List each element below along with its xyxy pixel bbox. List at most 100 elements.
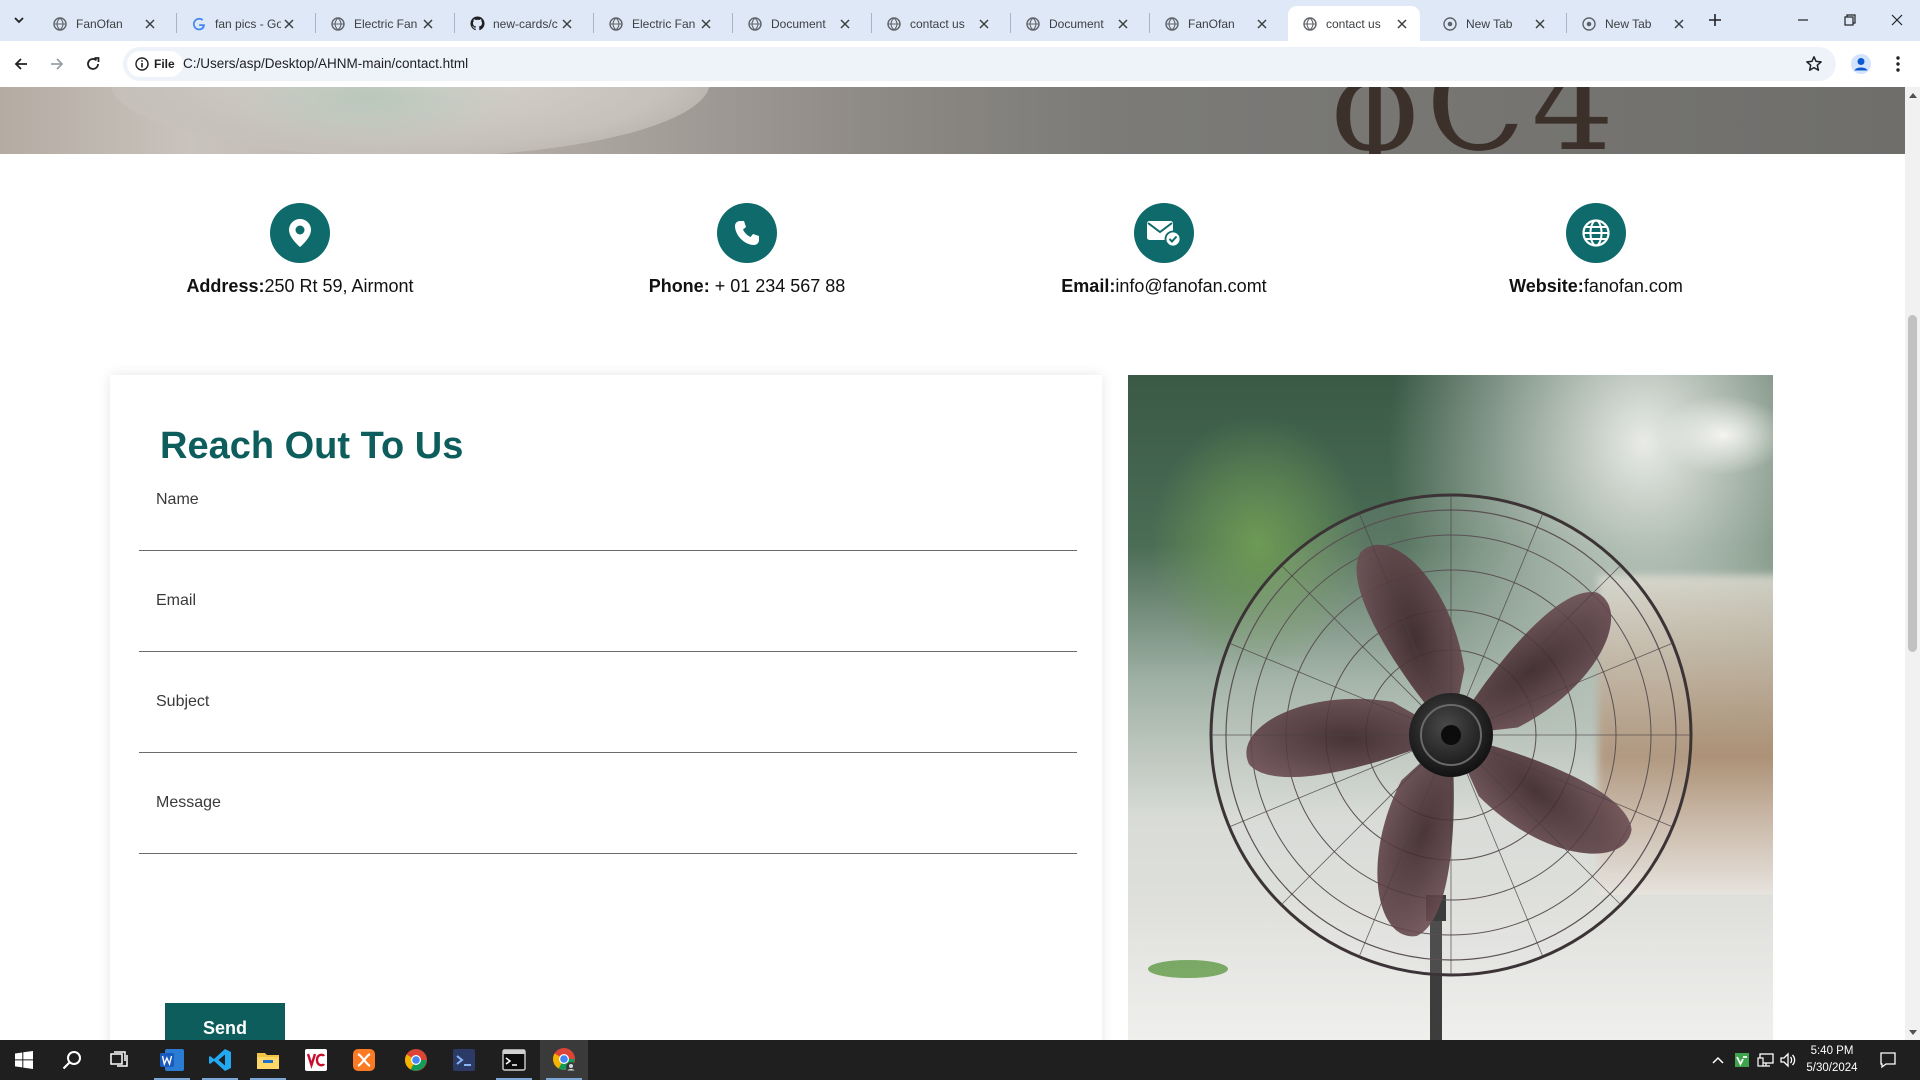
address-label: Address: (186, 276, 265, 296)
contact-info-address: Address:250 Rt 59, Airmont (130, 203, 470, 297)
tab-close-icon[interactable] (698, 16, 714, 32)
start-button[interactable] (0, 1040, 48, 1080)
tray-network-button[interactable] (1755, 1040, 1777, 1080)
github-icon (469, 16, 485, 32)
url-text[interactable]: C:/Users/asp/Desktop/AHNM-main/contact.h… (183, 56, 468, 71)
site-info-chip[interactable]: File (127, 51, 183, 77)
tab-close-icon[interactable] (1254, 16, 1270, 32)
chrome-icon (1581, 16, 1597, 32)
browser-tab[interactable]: FanOfan (1150, 6, 1280, 41)
email-value: info@fanofan.comt (1115, 276, 1267, 296)
browser-tab[interactable]: FanOfan (38, 6, 168, 41)
message-input[interactable] (156, 820, 1056, 848)
forward-button[interactable] (42, 49, 72, 79)
taskbar-chrome-active-app[interactable] (540, 1040, 588, 1080)
page-scrollbar[interactable] (1905, 87, 1920, 1040)
windows-taskbar: 5:40 PM 5/30/2024 (0, 1040, 1920, 1080)
browser-tab[interactable]: New Tab (1428, 6, 1558, 41)
contact-form-card: Reach Out To Us Name Email Subject Messa… (110, 375, 1102, 1040)
tab-close-icon[interactable] (837, 16, 853, 32)
tab-close-icon[interactable] (1532, 16, 1548, 32)
profile-avatar-icon (1851, 54, 1871, 74)
taskbar-word-app[interactable] (148, 1040, 196, 1080)
task-view-icon (110, 1051, 128, 1067)
taskbar-visual-studio-app[interactable] (440, 1040, 488, 1080)
scroll-down-arrow-icon[interactable] (1908, 1028, 1917, 1037)
form-title: Reach Out To Us (160, 425, 464, 467)
website-label: Website: (1509, 276, 1584, 296)
browser-menu-button[interactable] (1886, 51, 1910, 77)
task-view-button[interactable] (96, 1040, 144, 1080)
word-icon (160, 1049, 184, 1071)
tab-close-icon[interactable] (142, 16, 158, 32)
close-window-button[interactable] (1874, 0, 1920, 40)
browser-tab[interactable]: Electric Fan C (316, 6, 446, 41)
tab-close-icon[interactable] (281, 16, 297, 32)
scroll-up-arrow-icon[interactable] (1908, 90, 1917, 99)
tab-title: Document (771, 16, 826, 31)
taskbar-terminal-app[interactable] (490, 1040, 538, 1080)
browser-tab[interactable]: Document (733, 6, 863, 41)
tab-title: New Tab (1466, 16, 1513, 31)
browser-tab-strip: FanOfan fan pics - Go Electric Fan C new… (0, 0, 1920, 41)
phone-label: Phone: (648, 276, 710, 296)
network-icon (1757, 1053, 1774, 1067)
taskbar-xampp-app[interactable] (340, 1040, 388, 1080)
minimize-button[interactable] (1780, 0, 1826, 40)
xampp-icon (353, 1049, 375, 1071)
tab-close-icon[interactable] (420, 16, 436, 32)
taskbar-vc-app[interactable] (292, 1040, 340, 1080)
restore-button[interactable] (1827, 0, 1873, 40)
profile-button[interactable] (1848, 51, 1874, 77)
contact-info-email: Email:info@fanofan.comt (994, 203, 1334, 297)
globe-icon (1302, 16, 1318, 32)
tab-title: New Tab (1605, 16, 1652, 31)
subject-input[interactable] (156, 719, 1056, 747)
browser-tab[interactable]: new-cards/c (455, 6, 585, 41)
contact-info-phone: Phone: + 01 234 567 88 (577, 203, 917, 297)
shield-check-icon (1735, 1053, 1749, 1067)
scrollbar-thumb[interactable] (1908, 315, 1917, 652)
action-center-button[interactable] (1872, 1040, 1904, 1080)
subject-field-label: Subject (156, 693, 210, 710)
globe-icon (608, 16, 624, 32)
taskbar-clock[interactable]: 5:40 PM 5/30/2024 (1794, 1043, 1870, 1077)
tray-security-icon-button[interactable] (1730, 1040, 1754, 1080)
email-input[interactable] (156, 618, 1056, 646)
tab-close-icon[interactable] (1115, 16, 1131, 32)
browser-tab[interactable]: Electric Fan C (594, 6, 724, 41)
bookmark-button[interactable] (1802, 52, 1826, 76)
browser-tab[interactable]: contact us (872, 6, 1002, 41)
tab-close-icon[interactable] (1394, 16, 1410, 32)
reload-button[interactable] (78, 49, 108, 79)
email-field-label: Email (156, 592, 197, 609)
site-chip-label: File (154, 57, 175, 71)
chrome-icon (1442, 16, 1458, 32)
tray-overflow-button[interactable] (1708, 1040, 1728, 1080)
back-button[interactable] (6, 49, 36, 79)
browser-tab[interactable]: fan pics - Go (177, 6, 307, 41)
clock-date: 5/30/2024 (1806, 1062, 1858, 1074)
tab-close-icon[interactable] (559, 16, 575, 32)
taskbar-search-button[interactable] (48, 1040, 96, 1080)
name-input[interactable] (156, 517, 1056, 545)
taskbar-vscode-app[interactable] (196, 1040, 244, 1080)
arrow-right-icon (51, 58, 64, 70)
send-button[interactable]: Send (165, 1003, 285, 1040)
website-value: fanofan.com (1583, 276, 1683, 296)
taskbar-file-explorer-app[interactable] (244, 1040, 292, 1080)
browser-tab[interactable]: Document (1011, 6, 1141, 41)
tab-search-button[interactable] (6, 8, 32, 32)
globe-icon (330, 16, 346, 32)
contact-info-website: Website:fanofan.com (1426, 203, 1766, 297)
restore-icon (1844, 14, 1856, 26)
minimize-icon (1798, 19, 1808, 21)
browser-tab[interactable]: New Tab (1567, 6, 1697, 41)
new-tab-button[interactable] (1703, 8, 1727, 32)
tab-close-icon[interactable] (1671, 16, 1687, 32)
taskbar-chrome-app[interactable] (392, 1040, 440, 1080)
plus-icon (1709, 14, 1721, 26)
address-bar[interactable]: File C:/Users/asp/Desktop/AHNM-main/cont… (123, 47, 1836, 81)
tab-close-icon[interactable] (976, 16, 992, 32)
browser-tab-active[interactable]: contact us (1288, 6, 1420, 41)
